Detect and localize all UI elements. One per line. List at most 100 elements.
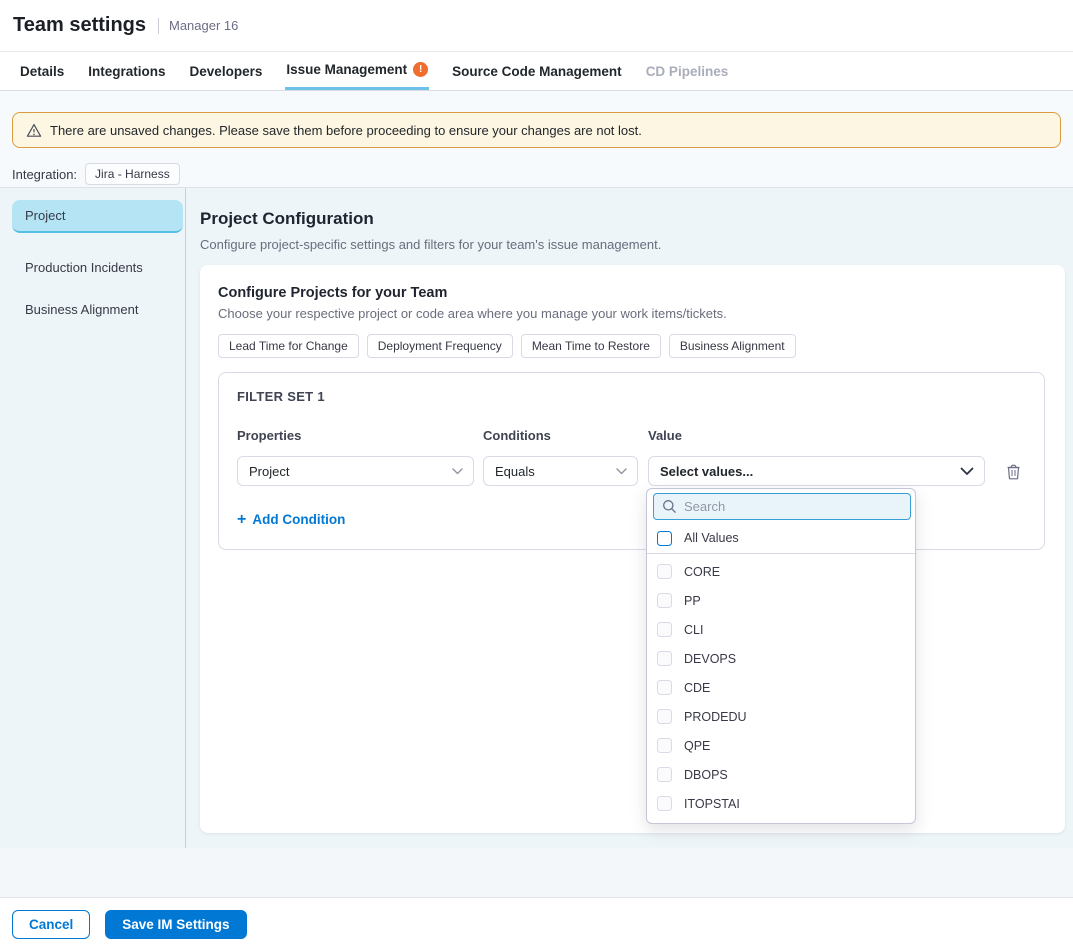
save-im-settings-button[interactable]: Save IM Settings <box>105 910 246 939</box>
tab-label: Details <box>20 64 64 79</box>
checkbox[interactable] <box>657 593 672 608</box>
option-label: CLI <box>684 623 703 637</box>
sidebar-item-label: Business Alignment <box>25 302 138 317</box>
section-title: Project Configuration <box>200 209 374 229</box>
property-select-value: Project <box>249 464 289 479</box>
option-label: CORE <box>684 565 720 579</box>
tab-label: CD Pipelines <box>646 64 729 79</box>
option-prodedu[interactable]: PRODEDU <box>647 702 915 731</box>
integration-label: Integration: <box>12 167 77 182</box>
page-subtitle: Manager 16 <box>169 18 238 33</box>
integration-chip: Jira - Harness <box>85 163 180 185</box>
warning-icon <box>26 123 42 138</box>
card-subtitle: Choose your respective project or code a… <box>218 306 1045 321</box>
footer-actions: Cancel Save IM Settings <box>0 897 1073 951</box>
metric-chip-lead-time: Lead Time for Change <box>218 334 359 358</box>
chevron-down-icon <box>452 468 463 475</box>
tab-label: Integrations <box>88 64 165 79</box>
option-label: CDE <box>684 681 710 695</box>
unsaved-changes-banner: There are unsaved changes. Please save t… <box>12 112 1061 148</box>
sidebar-item-business-alignment[interactable]: Business Alignment <box>0 302 185 317</box>
option-label: DBOPS <box>684 768 728 782</box>
option-cli[interactable]: CLI <box>647 615 915 644</box>
option-all-values[interactable]: All Values <box>647 523 915 554</box>
tab-integrations[interactable]: Integrations <box>87 52 166 90</box>
plus-icon: + <box>237 513 246 526</box>
option-label: PRODEDU <box>684 710 747 724</box>
tab-label: Developers <box>190 64 263 79</box>
page-header: Team settings Manager 16 <box>0 0 1073 52</box>
value-dropdown-panel: All Values CORE PP CLI DEVOPS CDE PRODED… <box>646 488 916 824</box>
sidebar-item-label: Project <box>25 208 65 223</box>
dropdown-search-input[interactable] <box>653 493 911 520</box>
trash-icon <box>1006 463 1021 480</box>
content-foot-strip <box>0 848 1073 897</box>
cancel-button[interactable]: Cancel <box>12 910 90 939</box>
option-pipe[interactable]: PIPE <box>647 818 915 824</box>
title-separator <box>158 18 159 34</box>
configure-projects-card: Configure Projects for your Team Choose … <box>200 265 1065 833</box>
checkbox[interactable] <box>657 738 672 753</box>
add-condition-button[interactable]: + Add Condition <box>237 512 345 527</box>
option-label: QPE <box>684 739 710 753</box>
sidebar-item-label: Production Incidents <box>25 260 143 275</box>
metric-chip-mean-time-to-restore: Mean Time to Restore <box>521 334 661 358</box>
tab-details[interactable]: Details <box>19 52 65 90</box>
checkbox[interactable] <box>657 680 672 695</box>
add-condition-label: Add Condition <box>252 512 345 527</box>
value-select-placeholder: Select values... <box>660 464 753 479</box>
option-dbops[interactable]: DBOPS <box>647 760 915 789</box>
delete-filter-button[interactable] <box>1004 461 1023 482</box>
card-title: Configure Projects for your Team <box>218 285 1045 301</box>
checkbox[interactable] <box>657 767 672 782</box>
property-select[interactable]: Project <box>237 456 474 486</box>
banner-text: There are unsaved changes. Please save t… <box>50 123 642 138</box>
condition-select-value: Equals <box>495 464 535 479</box>
unsaved-alert-badge-icon: ! <box>413 62 428 77</box>
option-qpe[interactable]: QPE <box>647 731 915 760</box>
sidebar-item-project[interactable]: Project <box>12 200 183 233</box>
tab-issue-management[interactable]: Issue Management ! <box>285 52 429 90</box>
filter-set-title: FILTER SET 1 <box>237 389 1026 404</box>
checkbox-all-values[interactable] <box>657 531 672 546</box>
content-upper-strip: There are unsaved changes. Please save t… <box>0 91 1073 188</box>
option-itopstai[interactable]: ITOPSTAI <box>647 789 915 818</box>
tab-bar: Details Integrations Developers Issue Ma… <box>0 52 1073 91</box>
value-column-label: Value <box>648 428 985 443</box>
value-multiselect[interactable]: Select values... <box>648 456 985 486</box>
conditions-column-label: Conditions <box>483 428 638 443</box>
option-core[interactable]: CORE <box>647 557 915 586</box>
tab-source-code-management[interactable]: Source Code Management <box>451 52 623 90</box>
checkbox[interactable] <box>657 651 672 666</box>
tab-developers[interactable]: Developers <box>189 52 264 90</box>
filter-column-labels: Properties Conditions Value <box>237 428 1026 443</box>
option-label: PP <box>684 594 701 608</box>
filter-set-1: FILTER SET 1 Properties Conditions Value… <box>218 372 1045 550</box>
chevron-down-icon <box>616 468 627 475</box>
filter-row: Project Equals Select values... <box>237 456 1026 486</box>
tab-label: Source Code Management <box>452 64 622 79</box>
search-icon <box>662 499 677 519</box>
option-devops[interactable]: DEVOPS <box>647 644 915 673</box>
properties-column-label: Properties <box>237 428 474 443</box>
team-settings-page: Team settings Manager 16 Details Integra… <box>0 0 1073 951</box>
sidebar-item-production-incidents[interactable]: Production Incidents <box>0 260 185 275</box>
checkbox[interactable] <box>657 564 672 579</box>
checkbox[interactable] <box>657 796 672 811</box>
option-pp[interactable]: PP <box>647 586 915 615</box>
option-label: ITOPSTAI <box>684 797 740 811</box>
tab-label: Issue Management <box>286 62 407 77</box>
metric-chips-row: Lead Time for Change Deployment Frequenc… <box>218 334 1045 358</box>
metric-chip-deployment-frequency: Deployment Frequency <box>367 334 513 358</box>
metric-chip-business-alignment: Business Alignment <box>669 334 796 358</box>
checkbox[interactable] <box>657 709 672 724</box>
option-cde[interactable]: CDE <box>647 673 915 702</box>
dropdown-search-wrap <box>647 489 915 523</box>
page-title: Team settings <box>13 14 146 37</box>
option-label: DEVOPS <box>684 652 736 666</box>
section-subtitle: Configure project-specific settings and … <box>200 237 661 252</box>
condition-select[interactable]: Equals <box>483 456 638 486</box>
checkbox[interactable] <box>657 622 672 637</box>
tab-cd-pipelines: CD Pipelines <box>645 52 730 90</box>
option-label: All Values <box>684 531 739 545</box>
